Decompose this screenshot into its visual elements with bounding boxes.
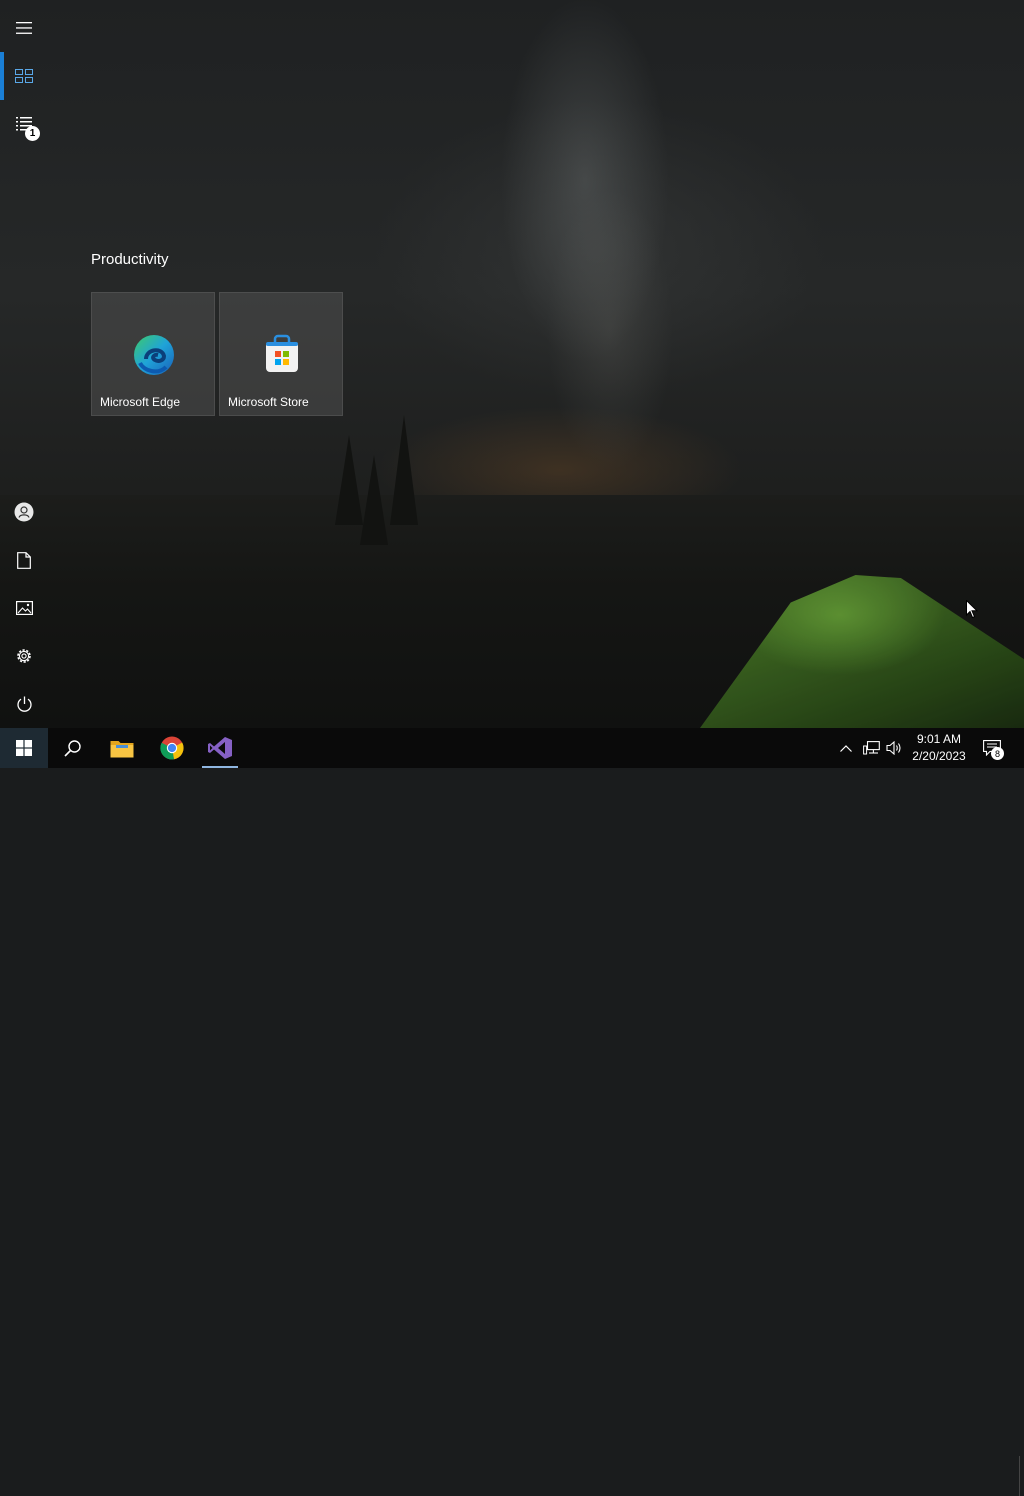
all-tiles-button[interactable] [0,52,48,100]
microsoft-store-tile[interactable]: Microsoft Store [219,292,343,416]
visual-studio-icon [208,737,232,759]
app-list-button[interactable]: 1 [0,100,48,148]
microsoft-edge-tile[interactable]: Microsoft Edge [91,292,215,416]
show-hidden-icons-button[interactable] [838,728,854,768]
mouse-cursor-icon [966,600,978,619]
hamburger-icon [16,22,32,34]
taskbar-clock[interactable]: 9:01 AM 2/20/2023 [905,728,973,768]
clock-date: 2/20/2023 [912,749,966,763]
app-list-badge: 1 [25,126,40,141]
chrome-icon [160,736,184,760]
windows-logo-icon [16,740,32,756]
tile-group-title[interactable]: Productivity [91,251,169,268]
pictures-button[interactable] [0,584,48,632]
show-desktop-button[interactable] [1019,1456,1020,1496]
volume-icon [886,741,901,755]
user-icon [14,502,34,522]
folder-icon [110,741,134,758]
store-icon [266,334,298,372]
visual-studio-button[interactable] [196,728,244,768]
power-icon [16,696,32,712]
search-icon [63,739,81,757]
settings-button[interactable] [0,632,48,680]
tiles-icon [15,69,33,83]
edge-icon [134,335,174,375]
clock-time: 9:01 AM [916,732,962,746]
taskbar: 9:01 AM 2/20/2023 [0,728,1024,1496]
power-button[interactable] [0,680,48,728]
chrome-button[interactable] [148,728,196,768]
start-button[interactable] [0,728,48,768]
chevron-up-icon [840,744,852,752]
gear-icon [17,649,31,663]
network-button[interactable] [861,728,881,768]
documents-button[interactable] [0,536,48,584]
volume-button[interactable] [884,728,904,768]
microsoft-store-tile-label: Microsoft Store [228,395,309,409]
network-icon [862,741,880,755]
search-button[interactable] [48,728,96,768]
account-button[interactable] [0,488,48,536]
expand-menu-button[interactable] [0,4,48,52]
notification-count-badge: 8 [991,747,1004,760]
start-menu-rail: 1 [0,0,48,728]
document-icon [17,551,31,569]
file-explorer-button[interactable] [98,728,146,768]
microsoft-edge-tile-label: Microsoft Edge [100,395,181,409]
pictures-icon [15,601,33,615]
